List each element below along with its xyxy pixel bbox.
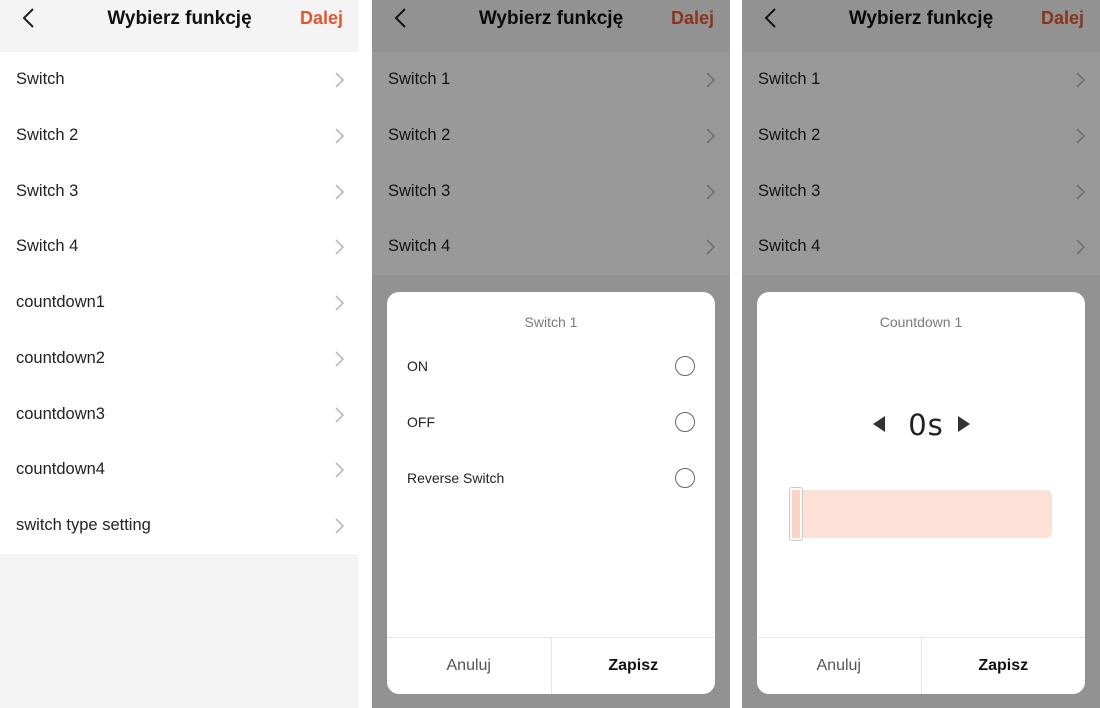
dialog-title: Countdown 1 [879,314,963,330]
triangle-left-icon[interactable] [873,416,885,432]
triangle-right-icon[interactable] [958,416,970,432]
top-bar: Wybierz funkcję Dalej [0,0,359,38]
list-item[interactable]: countdown4 [0,442,359,498]
option-off[interactable]: OFF [387,404,715,444]
list-item[interactable]: Switch 2 [0,108,359,164]
list-item-label: countdown2 [16,348,105,367]
switch-dialog: Switch 1 ON OFF Reverse Switch Anuluj Za… [387,292,715,694]
dialog-title: Switch 1 [524,314,578,330]
chevron-right-icon [335,72,345,88]
option-reverse-switch[interactable]: Reverse Switch [387,460,715,500]
list-item-label: Switch 2 [16,125,79,144]
countdown-value: 0s [908,408,944,442]
function-list: Switch Switch 2 Switch 3 Switch 4 countd… [0,52,359,554]
option-label: ON [407,358,428,374]
radio-button[interactable] [675,356,695,376]
chevron-right-icon [335,239,345,255]
next-button[interactable]: Dalej [300,8,343,29]
screen-countdown-dialog: Wybierz funkcję Dalej Switch 1 Switch 2 … [742,0,1100,708]
list-item[interactable]: switch type setting [0,498,359,554]
screen-switch-dialog: Wybierz funkcję Dalej Switch 1 Switch 2 … [372,0,730,708]
list-item[interactable]: Switch [0,52,359,108]
chevron-right-icon [335,462,345,478]
save-button[interactable]: Zapisz [552,638,716,694]
chevron-right-icon [335,128,345,144]
cancel-button[interactable]: Anuluj [757,638,922,694]
list-item-label: switch type setting [16,516,151,534]
option-on[interactable]: ON [387,348,715,388]
save-button[interactable]: Zapisz [922,638,1086,694]
chevron-right-icon [335,351,345,367]
dialog-footer: Anuluj Zapisz [757,637,1085,694]
list-item-label: Switch 4 [16,237,79,256]
list-item-label: countdown3 [16,404,105,423]
countdown-slider-handle[interactable] [789,487,803,541]
list-item-label: countdown4 [16,460,105,479]
chevron-right-icon [335,518,345,534]
list-item[interactable]: countdown3 [0,387,359,443]
chevron-right-icon [335,183,345,200]
radio-button[interactable] [675,468,695,488]
list-item[interactable]: Switch 4 [0,219,359,275]
option-label: Reverse Switch [407,470,505,486]
screen-function-list: Wybierz funkcję Dalej Switch Switch 2 Sw… [0,0,359,708]
chevron-right-icon [335,406,345,423]
list-item-label: Switch 3 [16,181,79,200]
list-item[interactable]: countdown2 [0,331,359,387]
radio-button[interactable] [675,412,695,432]
list-item-label: Switch [16,70,65,88]
countdown-stepper: 0s [757,406,1085,446]
chevron-right-icon [335,295,345,311]
list-item[interactable]: countdown1 [0,275,359,331]
dialog-footer: Anuluj Zapisz [387,637,715,694]
cancel-button[interactable]: Anuluj [387,638,552,694]
list-item-label: countdown1 [16,293,105,311]
countdown-slider-track[interactable] [790,490,1052,538]
option-label: OFF [407,414,435,430]
countdown-dialog: Countdown 1 0s Anuluj Zapisz [757,292,1085,694]
list-item[interactable]: Switch 3 [0,164,359,220]
